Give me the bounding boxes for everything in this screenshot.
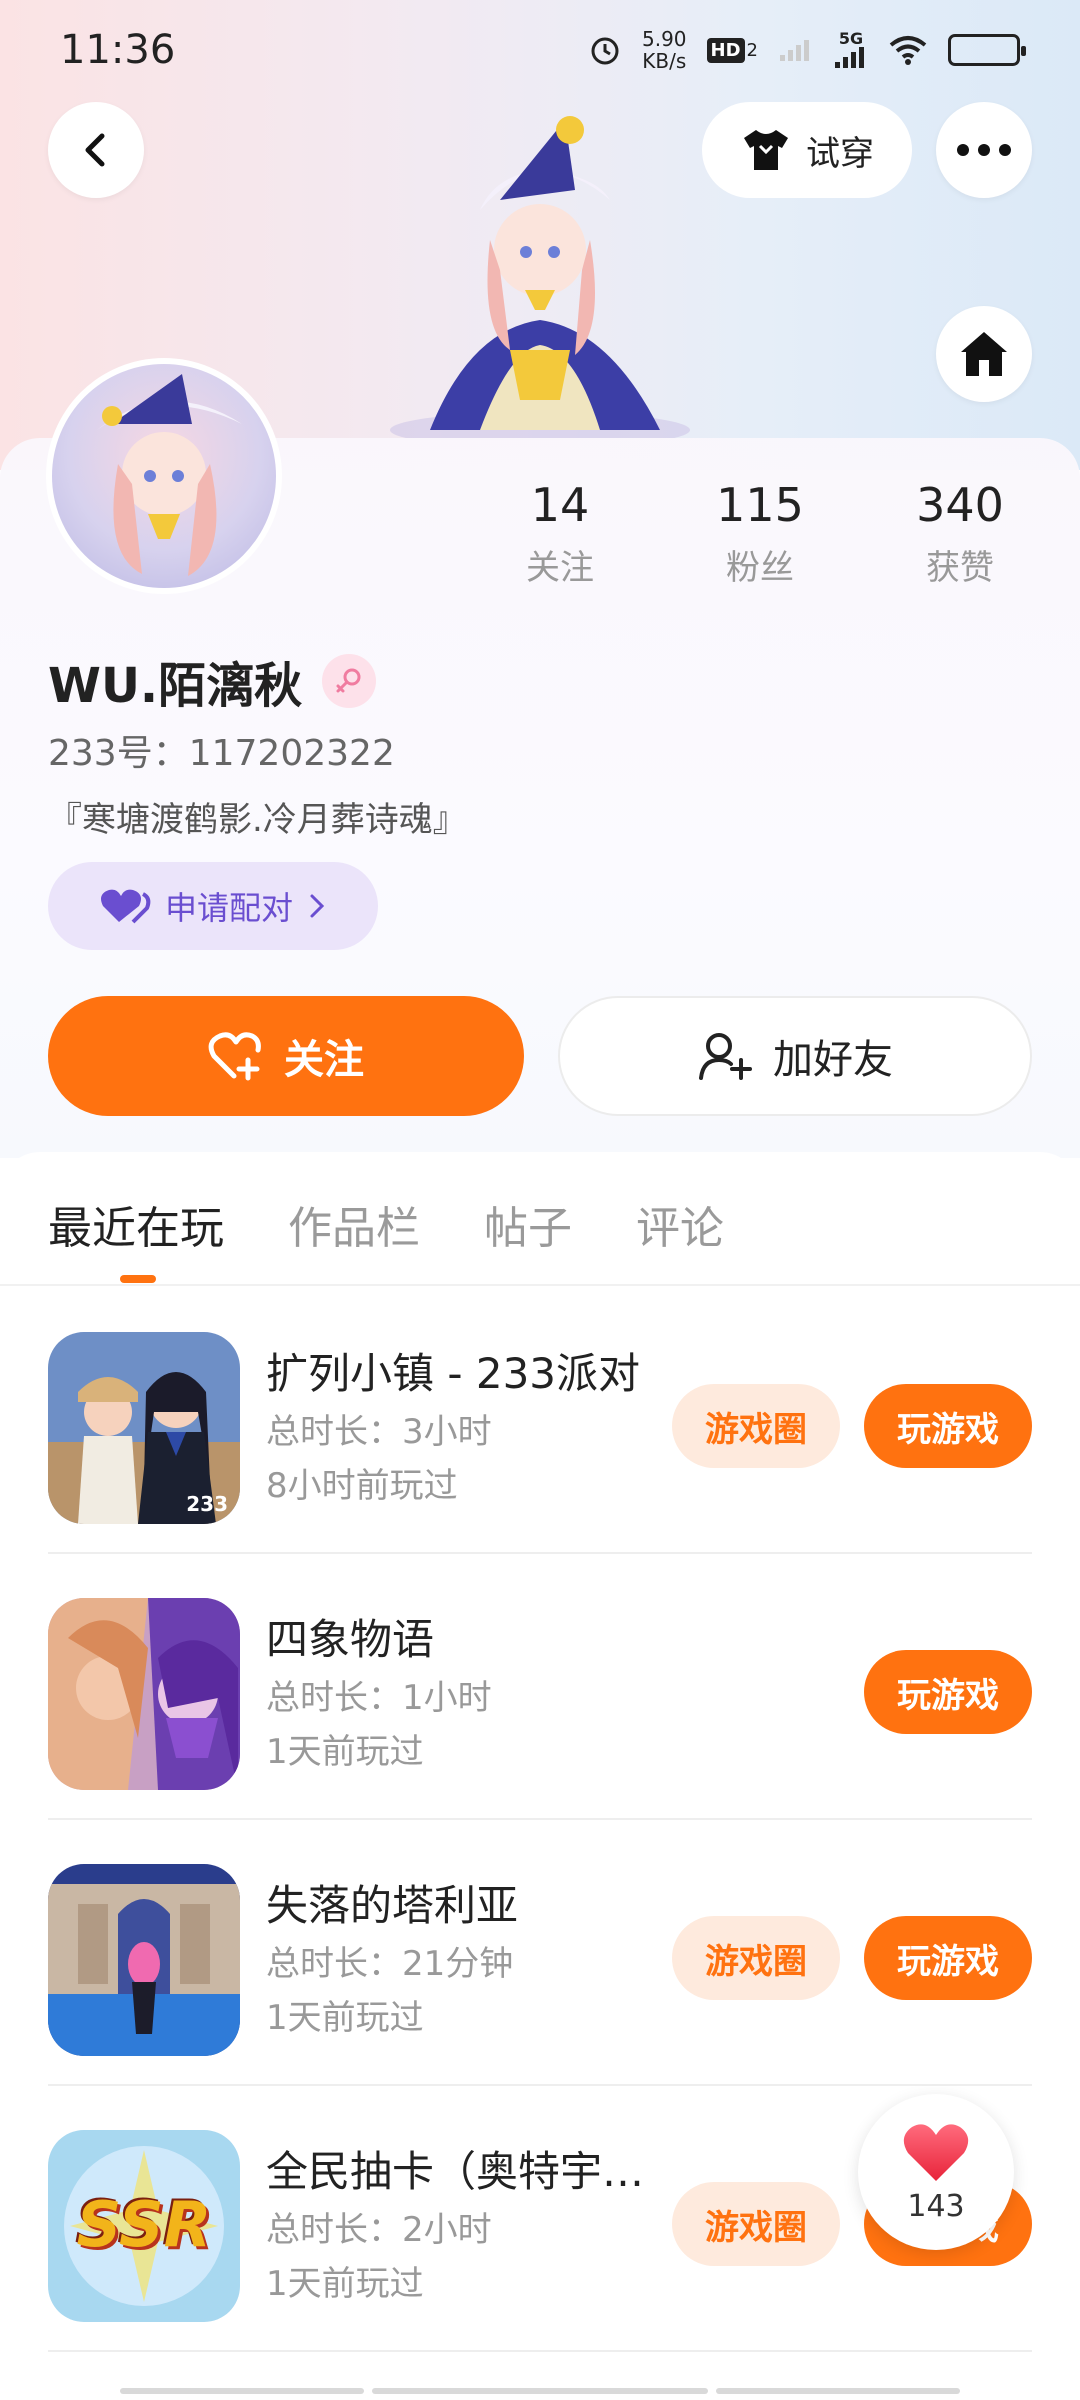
game-duration: 总时长：2小时 — [266, 2210, 492, 2250]
game-duration: 总时长：1小时 — [266, 1678, 492, 1718]
game-circle-button[interactable]: 游戏圈 — [672, 1916, 840, 2000]
add-user-icon — [699, 1033, 752, 1080]
hd-sub: 2 — [746, 39, 758, 61]
tabs-divider — [0, 1284, 1080, 1286]
tab-recently-played[interactable]: 最近在玩 — [48, 1192, 224, 1256]
game-icon-badge: SSR — [76, 2188, 212, 2261]
game-icon — [48, 1598, 240, 1790]
alarm-icon — [588, 33, 622, 67]
signal-weak-icon — [778, 37, 814, 63]
game-icon-badge: 233 — [186, 1492, 228, 1516]
hd-icon: HD 2 — [706, 37, 758, 63]
chevron-right-icon — [310, 894, 325, 918]
stat-label: 获赞 — [926, 548, 994, 588]
game-last-played: 1天前玩过 — [266, 1998, 424, 2038]
game-duration: 总时长：21分钟 — [266, 1944, 514, 1984]
pair-request-label: 申请配对 — [164, 889, 293, 927]
game-name: 全民抽卡（奥特宇… — [266, 2147, 645, 2196]
stat-label: 关注 — [526, 548, 594, 588]
play-game-button[interactable]: 玩游戏 — [864, 1916, 1032, 2000]
stat-value: 115 — [716, 478, 804, 532]
play-game-button[interactable]: 玩游戏 — [864, 1384, 1032, 1468]
chevron-left-icon — [85, 133, 105, 167]
game-icon: SSR — [48, 2130, 240, 2322]
status-icons: 5.90 KB/s HD 2 5G — [588, 28, 1026, 72]
tab-posts[interactable]: 帖子 — [484, 1192, 572, 1256]
pair-request-button[interactable]: 申请配对 — [48, 862, 378, 950]
scroll-indicator-segment — [716, 2388, 960, 2394]
more-options-button[interactable] — [936, 102, 1032, 198]
game-icon — [48, 1864, 240, 2056]
game-list-item[interactable]: 233 扩列小镇 - 233派对 总时长：3小时 8小时前玩过 游戏圈 玩游戏 — [48, 1290, 1032, 1554]
try-on-label: 试穿 — [806, 133, 874, 174]
add-friend-button[interactable]: 加好友 — [558, 996, 1032, 1116]
stat-value: 340 — [916, 478, 1004, 532]
game-last-played: 1天前玩过 — [266, 2264, 424, 2304]
game-circle-button[interactable]: 游戏圈 — [672, 2182, 840, 2266]
game-name: 失落的塔利亚 — [266, 1881, 519, 1930]
network-speed-unit: KB/s — [642, 49, 687, 73]
heart-icon — [903, 2123, 969, 2181]
game-list-item[interactable]: 失落的塔利亚 总时长：21分钟 1天前玩过 游戏圈 玩游戏 — [48, 1822, 1032, 2086]
game-icon: 233 — [48, 1332, 240, 1524]
network-speed-value: 5.90 — [642, 27, 687, 51]
follow-label: 关注 — [284, 1037, 364, 1083]
game-name: 四象物语 — [266, 1615, 435, 1664]
user-id: 233号：117202322 — [48, 733, 395, 774]
stat-followers[interactable]: 115 粉丝 — [660, 478, 860, 589]
user-bio: 『寒塘渡鹤影.冷月葬诗魂』 — [48, 800, 467, 840]
female-gender-icon — [322, 654, 377, 708]
back-button[interactable] — [48, 102, 144, 198]
hd-label: HD — [706, 37, 745, 63]
stat-likes[interactable]: 340 获赞 — [860, 478, 1060, 589]
profile-tabs: 最近在玩 作品栏 帖子 评论 — [48, 1192, 724, 1256]
battery-icon — [948, 34, 1026, 66]
avatar-image — [52, 364, 276, 588]
try-on-button[interactable]: 试穿 — [702, 102, 912, 198]
stat-value: 14 — [530, 478, 590, 532]
game-duration: 总时长：3小时 — [266, 1412, 492, 1452]
more-dots-icon — [957, 144, 1011, 156]
game-last-played: 1天前玩过 — [266, 1732, 424, 1772]
add-friend-label: 加好友 — [773, 1037, 893, 1083]
status-bar: 11:36 5.90 KB/s HD 2 5G — [0, 0, 1080, 100]
tab-works[interactable]: 作品栏 — [288, 1192, 420, 1256]
game-circle-button[interactable]: 游戏圈 — [672, 1384, 840, 1468]
heart-plus-icon — [208, 1032, 261, 1081]
signal-5g-icon: 5G — [834, 31, 868, 69]
active-tab-indicator — [120, 1275, 156, 1283]
wifi-icon — [888, 35, 928, 65]
avatar-character-illustration — [390, 116, 690, 440]
game-name: 扩列小镇 - 233派对 — [266, 1349, 641, 1398]
scroll-indicator-segment — [120, 2388, 364, 2394]
home-button[interactable] — [936, 306, 1032, 402]
game-list-item[interactable]: 四象物语 总时长：1小时 1天前玩过 玩游戏 — [48, 1556, 1032, 1820]
nickname: WU.陌漓秋 — [48, 646, 377, 716]
bottom-scroll-indicator — [120, 2388, 960, 2394]
stat-label: 粉丝 — [726, 548, 794, 588]
tab-comments[interactable]: 评论 — [636, 1192, 724, 1256]
heart-pair-icon — [100, 889, 151, 924]
follow-button[interactable]: 关注 — [48, 996, 524, 1116]
scroll-indicator-segment — [372, 2388, 708, 2394]
network-type: 5G — [838, 29, 864, 48]
profile-stats: 14 关注 115 粉丝 340 获赞 — [460, 478, 1060, 589]
avatar[interactable] — [46, 358, 282, 594]
home-icon — [961, 332, 1007, 376]
network-speed: 5.90 KB/s — [642, 28, 687, 72]
play-game-button[interactable]: 玩游戏 — [864, 1650, 1032, 1734]
stat-following[interactable]: 14 关注 — [460, 478, 660, 589]
shirt-icon — [744, 130, 788, 170]
like-count: 143 — [907, 2188, 965, 2224]
game-last-played: 8小时前玩过 — [266, 1466, 458, 1506]
status-time: 11:36 — [60, 27, 176, 73]
floating-like-button[interactable]: 143 — [858, 2094, 1014, 2250]
nickname-text: WU.陌漓秋 — [48, 658, 303, 714]
